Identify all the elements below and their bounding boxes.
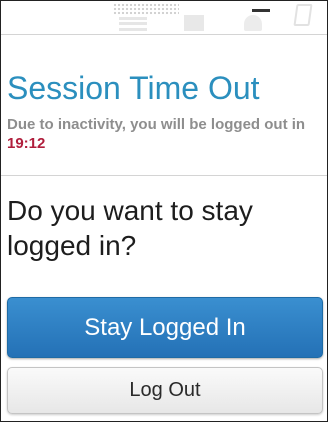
menu-icon — [119, 17, 147, 31]
divider-top — [1, 34, 327, 35]
log-out-button[interactable]: Log Out — [7, 367, 323, 414]
inactivity-message: Due to inactivity, you will be logged ou… — [7, 115, 325, 153]
inactivity-message-text: Due to inactivity, you will be logged ou… — [7, 116, 306, 133]
stay-logged-in-question: Do you want to stay logged in? — [7, 195, 253, 261]
window-icon — [184, 15, 204, 31]
user-icon — [244, 15, 262, 31]
minimize-icon — [252, 9, 270, 12]
dialog-title: Session Time Out — [7, 70, 260, 106]
background-toolbar — [1, 1, 327, 34]
edit-icon — [293, 4, 313, 26]
countdown-timer: 19:12 — [7, 135, 46, 152]
session-timeout-dialog: Session Time Out Due to inactivity, you … — [0, 0, 328, 422]
drag-handle-icon — [113, 3, 179, 15]
stay-logged-in-button[interactable]: Stay Logged In — [7, 297, 323, 358]
divider-middle — [1, 175, 327, 176]
